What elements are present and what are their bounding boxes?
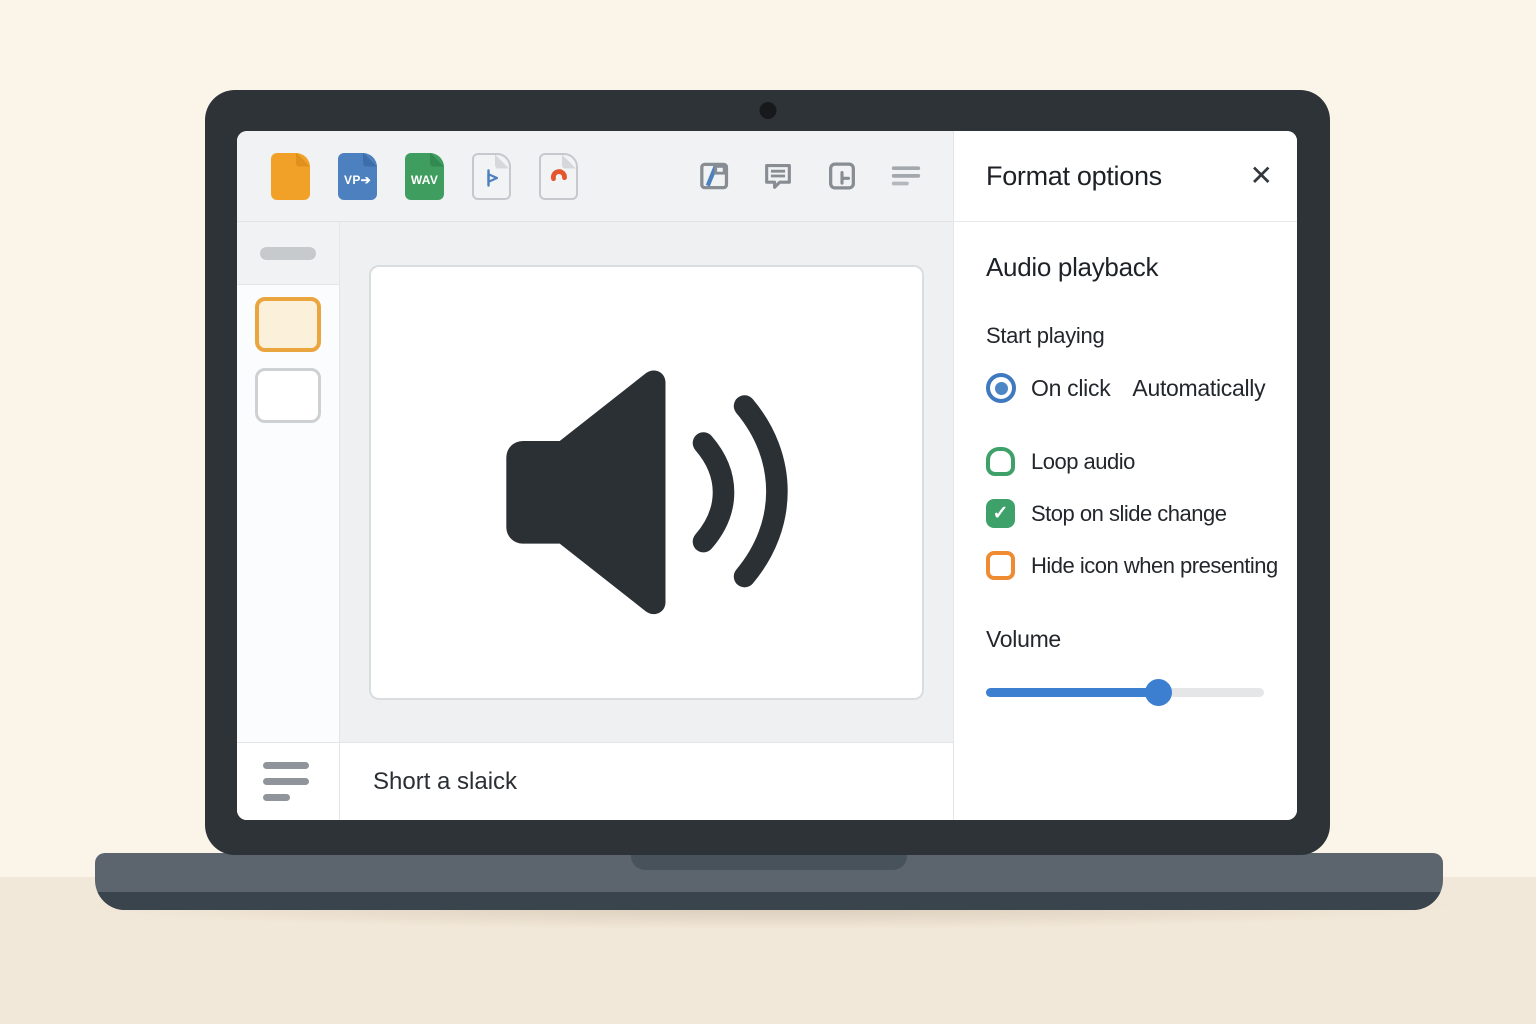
play-doc-icon[interactable] <box>472 152 511 200</box>
loop-audio-checkbox[interactable] <box>986 447 1015 476</box>
panel-header: Format options ✕ <box>954 131 1297 222</box>
panel-body: Audio playback Start playing On click Au… <box>954 222 1297 706</box>
speaker-notes-bar[interactable]: Short a slaick <box>340 742 953 820</box>
toolbar-actions <box>697 159 923 193</box>
automatically-option[interactable]: Automatically <box>1132 375 1265 402</box>
menu-icon[interactable] <box>889 159 923 193</box>
vp-doc-label: VP➔ <box>344 172 371 187</box>
editor-region: VP➔ WAV Short a slaick <box>237 131 953 820</box>
vp-doc-icon[interactable]: VP➔ <box>338 152 377 200</box>
loop-audio-label: Loop audio <box>1031 448 1135 474</box>
start-playing-label: Start playing <box>986 323 1105 348</box>
orange-doc-icon[interactable] <box>271 152 310 200</box>
slide-canvas <box>340 222 953 742</box>
comment-icon[interactable] <box>761 159 795 193</box>
stop-on-slide-change-row: ✓ Stop on slide change <box>986 499 1267 528</box>
wav-doc-label: WAV <box>410 172 439 187</box>
slide-thumbnail-2[interactable] <box>255 368 321 423</box>
hide-icon-row: Hide icon when presenting <box>986 551 1278 580</box>
slide-thumbnail-1-selected[interactable] <box>255 297 321 352</box>
text-line <box>263 794 290 801</box>
webcam-dot <box>759 102 776 119</box>
audio-playback-heading: Audio playback <box>986 252 1159 282</box>
laptop-base <box>95 853 1443 910</box>
hide-icon-label: Hide icon when presenting <box>1031 552 1278 578</box>
panel-title: Format options <box>986 160 1162 191</box>
swirl-doc-icon[interactable] <box>539 152 578 200</box>
format-options-panel: Format options ✕ Audio playback Start pl… <box>953 131 1297 820</box>
on-click-radio[interactable] <box>986 373 1016 403</box>
speaker-audio-icon[interactable] <box>457 328 837 636</box>
toolbar: VP➔ WAV <box>237 131 953 222</box>
radio-dot <box>994 381 1008 395</box>
illustration-scene: VP➔ WAV Short a slaick Format options ✕ … <box>0 0 1536 1024</box>
filmstrip-thumbnails <box>237 285 339 742</box>
laptop-screen: VP➔ WAV Short a slaick Format options ✕ … <box>205 90 1330 855</box>
laptop-base-notch <box>631 853 907 870</box>
speaker-notes-text[interactable]: Short a slaick <box>373 768 517 796</box>
wav-doc-icon[interactable]: WAV <box>405 152 444 200</box>
close-icon[interactable]: ✕ <box>1250 162 1273 190</box>
stop-on-slide-change-label: Stop on slide change <box>1031 500 1227 526</box>
volume-label: Volume <box>986 626 1061 652</box>
volume-fill <box>986 688 1159 697</box>
play-glyph-icon <box>480 166 504 190</box>
loop-audio-row: Loop audio <box>986 447 1267 476</box>
hide-icon-checkbox[interactable] <box>986 551 1015 580</box>
check-icon: ✓ <box>992 503 1009 524</box>
text-line <box>263 778 309 785</box>
slide[interactable] <box>369 265 924 700</box>
laptop-base-edge <box>95 892 1443 910</box>
filmstrip-pill <box>260 246 316 260</box>
filmstrip-header <box>237 222 339 285</box>
stop-on-slide-change-checkbox[interactable]: ✓ <box>986 499 1015 528</box>
volume-thumb[interactable] <box>1145 679 1173 706</box>
text-line <box>263 762 309 769</box>
present-icon[interactable] <box>697 159 731 193</box>
app-window: VP➔ WAV Short a slaick Format options ✕ … <box>237 131 1297 820</box>
start-playing-options: On click Automatically <box>986 373 1267 403</box>
filmstrip-footer-lines <box>237 742 339 820</box>
volume-slider[interactable] <box>986 679 1264 706</box>
slide-filmstrip <box>237 222 340 820</box>
on-click-label[interactable]: On click <box>1031 375 1111 402</box>
swirl-glyph-icon <box>547 166 571 190</box>
workspace: Short a slaick <box>237 222 953 820</box>
new-window-icon[interactable] <box>825 159 859 193</box>
slide-editor: Short a slaick <box>340 222 953 820</box>
playback-checkboxes: Loop audio ✓ Stop on slide change Hide i… <box>986 447 1278 580</box>
